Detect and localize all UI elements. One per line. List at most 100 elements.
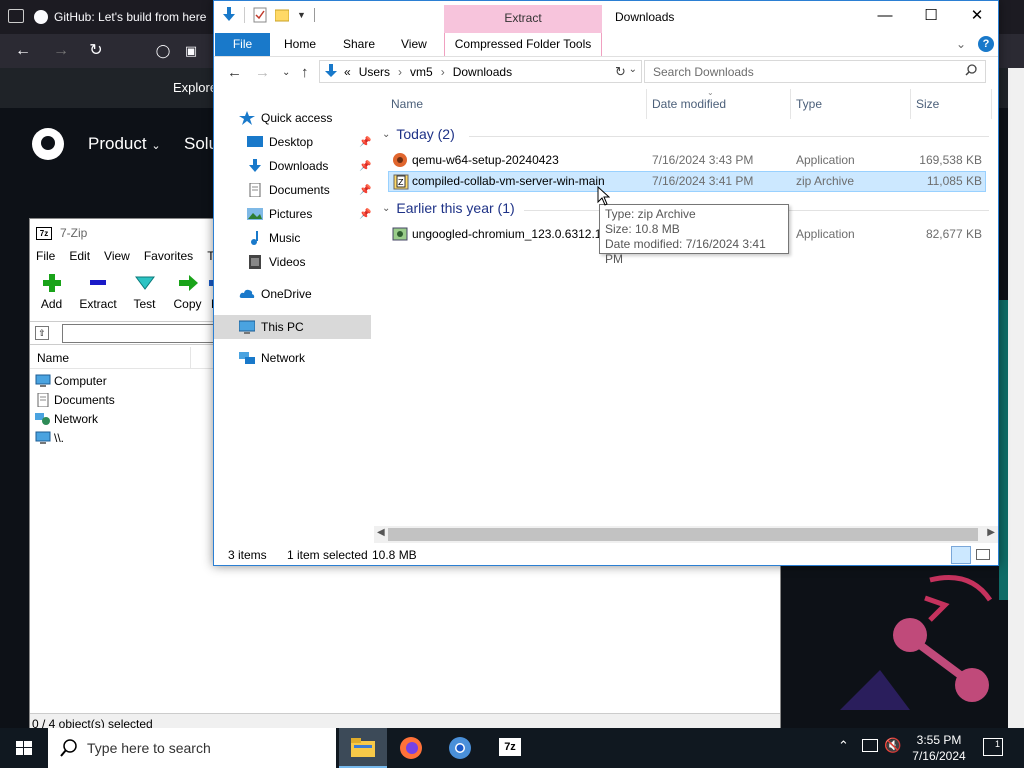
nav-desktop[interactable]: Desktop xyxy=(247,130,403,154)
taskbar-firefox[interactable] xyxy=(387,728,435,768)
menu-favorites[interactable]: Favorites xyxy=(144,249,193,269)
browser-tab[interactable]: GitHub: Let's build from here xyxy=(34,4,224,30)
menu-file[interactable]: File xyxy=(36,249,55,269)
banner-text[interactable]: Explore xyxy=(173,80,217,95)
network-status-icon[interactable] xyxy=(862,739,878,752)
volume-muted-icon[interactable]: 🔇 xyxy=(884,737,901,754)
download-arrow-icon[interactable] xyxy=(222,7,236,23)
maximize-icon[interactable]: ☐ xyxy=(908,1,954,31)
breadcrumb-downloads[interactable]: Downloads xyxy=(453,65,512,79)
up-folder-icon[interactable]: ⇧ xyxy=(35,326,49,340)
list-item[interactable]: Network xyxy=(35,409,98,428)
column-divider[interactable] xyxy=(910,89,911,119)
list-item[interactable]: \\. xyxy=(35,428,64,447)
list-item[interactable]: Computer xyxy=(35,371,107,390)
chevron-right-icon[interactable]: › xyxy=(441,65,445,79)
pin-icon[interactable]: 📌 xyxy=(359,185,371,196)
breadcrumb-vm5[interactable]: vm5 xyxy=(410,65,433,79)
minimize-icon[interactable]: — xyxy=(862,1,908,31)
scroll-right-icon[interactable]: ▶ xyxy=(987,527,995,538)
recent-locations-icon[interactable]: ⌄ xyxy=(282,67,290,78)
extract-context-tab[interactable]: Extract xyxy=(444,5,602,33)
taskbar-file-explorer[interactable] xyxy=(339,728,387,768)
column-divider[interactable] xyxy=(646,89,647,119)
column-divider[interactable] xyxy=(790,89,791,119)
tab-list-icon[interactable] xyxy=(8,9,24,23)
nav-network[interactable]: Network xyxy=(239,346,395,370)
pin-icon[interactable]: 📌 xyxy=(359,137,371,148)
tab-home[interactable]: Home xyxy=(284,37,316,51)
list-item[interactable]: Documents xyxy=(35,390,115,409)
column-divider[interactable] xyxy=(991,89,992,119)
github-logo-icon[interactable] xyxy=(32,128,64,160)
menu-edit[interactable]: Edit xyxy=(69,249,90,269)
scroll-left-icon[interactable]: ◀ xyxy=(377,527,385,538)
forward-arrow-icon[interactable]: → xyxy=(255,64,270,81)
browser-scrollbar[interactable] xyxy=(1008,68,1024,732)
nav-music[interactable]: Music xyxy=(247,226,403,250)
pin-icon[interactable]: 📌 xyxy=(359,161,371,172)
taskbar-chromium[interactable] xyxy=(436,728,484,768)
notification-center-icon[interactable]: 1 xyxy=(983,738,1003,756)
properties-icon[interactable] xyxy=(253,7,267,23)
tray-clock[interactable]: 3:55 PM 7/16/2024 xyxy=(900,732,978,764)
test-button[interactable]: Test xyxy=(123,273,166,319)
menu-view[interactable]: View xyxy=(104,249,130,269)
address-dropdown-icon[interactable]: ⌄ xyxy=(629,64,637,75)
back-arrow-icon[interactable]: ← xyxy=(12,40,34,62)
file-row-selected[interactable]: Z compiled-collab-vm-server-win-main 7/1… xyxy=(388,171,986,192)
close-icon[interactable]: ✕ xyxy=(954,1,1000,31)
nav-quick-access[interactable]: Quick access xyxy=(239,106,395,130)
copy-button[interactable]: Copy xyxy=(166,273,209,319)
breadcrumb-overflow[interactable]: « xyxy=(344,65,351,79)
up-arrow-icon[interactable]: ↑ xyxy=(301,64,309,81)
tab-compressed-folder-tools[interactable]: Compressed Folder Tools xyxy=(444,33,602,56)
scrollbar-thumb[interactable] xyxy=(388,528,978,541)
column-name[interactable]: Name xyxy=(37,351,69,365)
column-date-modified[interactable]: Date modified xyxy=(652,97,726,111)
column-type[interactable]: Type xyxy=(796,97,822,111)
add-button[interactable]: Add xyxy=(30,273,73,319)
column-divider[interactable] xyxy=(190,347,191,369)
nav-product[interactable]: Product ⌄ xyxy=(88,134,161,154)
back-arrow-icon[interactable]: ← xyxy=(227,64,242,81)
new-folder-icon[interactable] xyxy=(275,7,289,23)
column-name[interactable]: Name xyxy=(391,97,423,111)
nav-documents[interactable]: Documents xyxy=(247,178,403,202)
nav-downloads[interactable]: Downloads xyxy=(247,154,403,178)
address-bar[interactable]: « Users › vm5 › Downloads ⌄ xyxy=(319,60,642,83)
chevron-right-icon[interactable]: › xyxy=(398,65,402,79)
help-icon[interactable]: ? xyxy=(978,36,994,52)
search-input[interactable]: Search Downloads xyxy=(644,60,986,83)
extract-button[interactable]: Extract xyxy=(73,273,123,319)
nav-pictures[interactable]: Pictures xyxy=(247,202,403,226)
pin-icon[interactable]: 📌 xyxy=(359,209,371,220)
breadcrumb-users[interactable]: Users xyxy=(359,65,390,79)
computer-icon xyxy=(35,431,51,444)
forward-arrow-icon[interactable]: → xyxy=(50,40,72,62)
shield-icon[interactable]: ◯ xyxy=(152,40,174,62)
nav-this-pc[interactable]: This PC xyxy=(239,315,395,339)
qat-dropdown-icon[interactable]: ▼ xyxy=(297,10,306,20)
nav-videos[interactable]: Videos xyxy=(247,250,403,274)
details-view-icon[interactable] xyxy=(951,546,971,564)
taskbar-search[interactable]: Type here to search xyxy=(48,728,336,768)
nav-onedrive[interactable]: OneDrive xyxy=(239,282,395,306)
tab-share[interactable]: Share xyxy=(343,37,375,51)
lock-icon[interactable]: ▣ xyxy=(180,40,202,62)
large-icons-view-icon[interactable] xyxy=(976,549,990,560)
column-size[interactable]: Size xyxy=(916,97,939,111)
group-today[interactable]: ⌄ Today (2) xyxy=(382,126,455,142)
sevenzip-path-input[interactable] xyxy=(62,324,232,343)
refresh-icon[interactable]: ↻ xyxy=(615,64,626,80)
reload-icon[interactable]: ↻ xyxy=(85,40,107,62)
tab-view[interactable]: View xyxy=(401,37,427,51)
tab-file[interactable]: File xyxy=(215,33,270,56)
group-earlier-this-year[interactable]: ⌄ Earlier this year (1) xyxy=(382,200,515,216)
start-button[interactable] xyxy=(0,728,48,768)
ribbon-expand-icon[interactable]: ⌄ xyxy=(956,37,966,51)
taskbar-7zip[interactable]: 7z xyxy=(485,728,533,768)
horizontal-scrollbar[interactable]: ◀ ▶ xyxy=(374,526,998,543)
file-row[interactable]: qemu-w64-setup-20240423 7/16/2024 3:43 P… xyxy=(388,150,986,171)
chevron-up-icon[interactable]: ⌃ xyxy=(838,738,849,754)
